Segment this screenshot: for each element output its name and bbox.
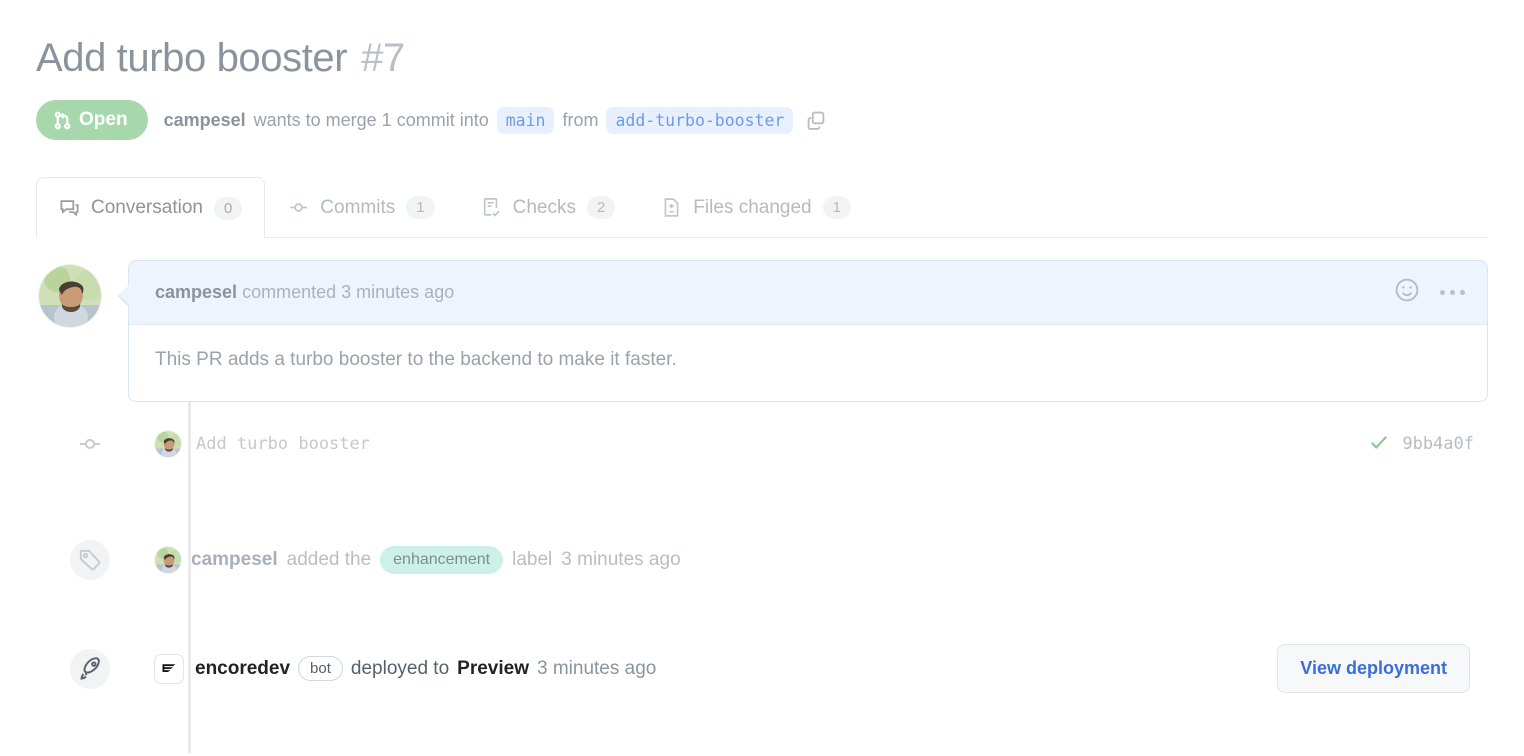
git-commit-icon (288, 197, 309, 218)
pr-title-text: Add turbo booster (36, 36, 348, 80)
comment-actions (1394, 277, 1465, 308)
comment-action: commented (242, 282, 337, 302)
pr-tabs: Conversation 0 Commits 1 Checks 2 Files … (36, 176, 1488, 238)
check-icon (1368, 431, 1390, 458)
status-badge: Open (36, 100, 148, 140)
tab-checks[interactable]: Checks 2 (458, 177, 639, 237)
pr-number: #7 (361, 36, 405, 80)
deployment-environment: Preview (457, 657, 529, 679)
deployment-action: deployed to (350, 657, 450, 679)
deployment-actor[interactable]: encoredev (195, 658, 290, 680)
comment-body: This PR adds a turbo booster to the back… (155, 349, 677, 370)
avatar[interactable] (38, 264, 102, 328)
label-event-action: added the (286, 549, 372, 570)
tab-commits[interactable]: Commits 1 (265, 177, 457, 237)
pr-author: campesel (163, 109, 246, 130)
merge-text-from: from (562, 109, 599, 130)
merge-info: campesel wants to merge 1 commit into ma… (163, 106, 828, 134)
rocket-icon (70, 648, 110, 689)
checklist-icon (481, 197, 502, 218)
label-event-actor[interactable]: campesel (191, 549, 278, 571)
base-branch[interactable]: main (496, 106, 555, 134)
comment-header: campesel commented 3 minutes ago (129, 261, 1487, 325)
comment-thread: campesel commented 3 minutes ago This PR… (36, 260, 1488, 402)
file-diff-icon (661, 197, 682, 218)
tag-icon (70, 540, 110, 580)
smiley-icon[interactable] (1394, 277, 1420, 308)
comment-box: campesel commented 3 minutes ago This PR… (118, 260, 1488, 402)
tab-commits-label: Commits (320, 196, 396, 218)
comment-discussion-icon (59, 198, 80, 219)
copy-icon[interactable] (805, 109, 827, 131)
timeline-label-row: campesel added the enhancement label 3 m… (70, 538, 1488, 582)
tab-conversation-label: Conversation (91, 197, 203, 218)
merge-text-before: wants to merge 1 commit into (253, 109, 489, 130)
comment-author[interactable]: campesel (155, 282, 237, 302)
deployment-timestamp: 3 minutes ago (536, 657, 657, 679)
timeline-deployment-row: encoredev bot deployed to Preview 3 minu… (70, 644, 1488, 693)
tab-files-changed-count: 1 (822, 196, 851, 219)
commit-sha[interactable]: 9bb4a0f (1402, 434, 1474, 454)
status-badge-label: Open (79, 109, 128, 130)
deployment-info: encoredev bot deployed to Preview 3 minu… (154, 653, 656, 684)
timeline: campesel commented 3 minutes ago This PR… (36, 260, 1488, 753)
git-commit-icon (70, 424, 110, 464)
tab-checks-label: Checks (512, 196, 576, 218)
page-title: Add turbo booster #7 (36, 0, 1488, 82)
avatar[interactable] (154, 546, 182, 574)
tab-commits-count: 1 (406, 196, 435, 219)
tab-files-changed[interactable]: Files changed 1 (638, 177, 874, 237)
commit-status: 9bb4a0f (1368, 431, 1488, 458)
tab-files-changed-label: Files changed (693, 196, 812, 218)
pull-request-page: Add turbo booster #7 Open campesel wants… (0, 0, 1524, 756)
deployment-text: encoredev bot deployed to Preview 3 minu… (195, 656, 656, 681)
kebab-horizontal-icon[interactable] (1440, 290, 1465, 295)
git-pull-request-icon (53, 111, 72, 130)
pr-state-row: Open campesel wants to merge 1 commit in… (36, 100, 1488, 140)
head-branch[interactable]: add-turbo-booster (606, 106, 794, 134)
label-event-text: campesel added the enhancement label 3 m… (154, 546, 681, 574)
timeline-commit-row: Add turbo booster 9bb4a0f (70, 422, 1488, 466)
tab-checks-count: 2 (586, 196, 616, 219)
commit-info: Add turbo booster (154, 430, 370, 458)
label-event-timestamp: 3 minutes ago (561, 549, 681, 570)
tab-conversation[interactable]: Conversation 0 (36, 177, 266, 238)
commit-message[interactable]: Add turbo booster (196, 434, 370, 454)
bot-badge: bot (298, 656, 343, 681)
encore-logo-icon[interactable] (154, 653, 184, 684)
label-chip[interactable]: enhancement (380, 546, 504, 574)
label-event-suffix: label (512, 549, 553, 570)
avatar[interactable] (154, 430, 182, 458)
comment-meta: campesel commented 3 minutes ago (155, 282, 454, 303)
comment-timestamp: 3 minutes ago (341, 282, 455, 302)
tab-conversation-count: 0 (213, 196, 243, 220)
view-deployment-button[interactable]: View deployment (1277, 644, 1470, 693)
